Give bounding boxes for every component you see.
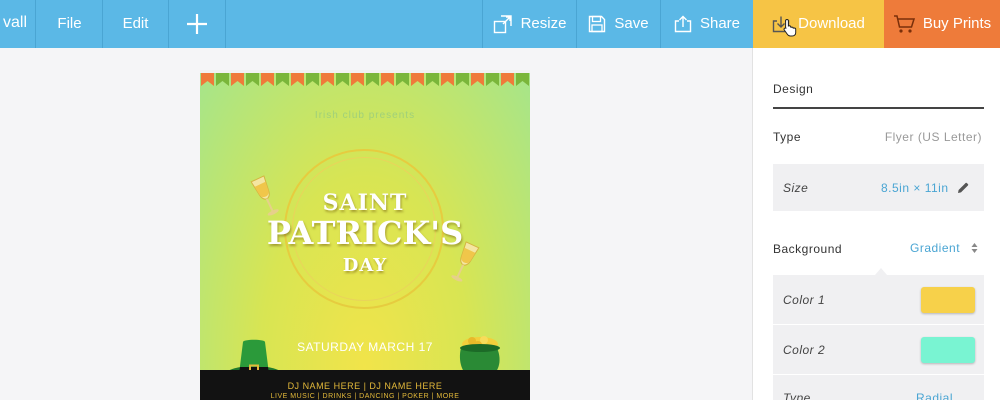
bunting-flag (456, 73, 469, 86)
panel-caret (875, 268, 887, 275)
row-divider (773, 324, 984, 325)
type-label: Type (773, 130, 802, 144)
cart-icon (893, 14, 915, 34)
bunting-flag (306, 73, 319, 86)
bunting-flag (411, 73, 424, 86)
tab-design-underline (773, 107, 984, 109)
flyer-title-patricks: PATRICK'S (266, 214, 464, 252)
logo-text: vall (3, 14, 28, 31)
flyer-title-day: DAY (342, 255, 388, 276)
bunting-flag (426, 73, 439, 86)
bunting-flag (486, 73, 499, 86)
tab-design[interactable]: Design (773, 82, 813, 96)
share-button[interactable]: Share (661, 0, 753, 48)
bunting-flag (276, 73, 289, 86)
bunting-flag (441, 73, 454, 86)
color2-label: Color 2 (783, 343, 826, 357)
row-divider-2 (773, 374, 984, 375)
resize-icon (493, 14, 513, 34)
save-button[interactable]: Save (577, 0, 661, 48)
bunting-decoration (200, 70, 530, 86)
size-label: Size (783, 181, 809, 195)
resize-button[interactable]: Resize (482, 0, 577, 48)
sort-arrows-icon[interactable] (971, 241, 978, 259)
flyer-djs: DJ NAME HERE | DJ NAME HERE (287, 381, 443, 391)
bunting-flag (501, 73, 514, 86)
bunting-flag (321, 73, 334, 86)
bunting-flag (201, 73, 214, 86)
buy-prints-label: Buy Prints (922, 15, 992, 32)
bunting-flag (366, 73, 379, 86)
add-button[interactable] (169, 0, 226, 48)
bunting-flag (246, 73, 259, 86)
edit-menu[interactable]: Edit (103, 0, 169, 48)
flyer-preview[interactable]: Irish club presents SAINT PATRICK'S DAY … (200, 70, 530, 400)
pencil-icon[interactable] (957, 181, 969, 199)
bunting-flag (231, 73, 244, 86)
download-button[interactable]: Download (753, 0, 884, 48)
bunting-flag (291, 73, 304, 86)
bunting-flag (351, 73, 364, 86)
size-value[interactable]: 8.5in × 11in (881, 181, 949, 195)
background-label: Background (773, 242, 843, 256)
type-value: Flyer (US Letter) (884, 130, 982, 144)
file-menu-label: File (57, 15, 82, 32)
resize-label: Resize (520, 15, 567, 32)
save-icon (588, 15, 606, 33)
bunting-flag (216, 73, 229, 86)
gradient-settings: Color 1 Color 2 Type Radial (773, 275, 984, 400)
file-menu[interactable]: File (37, 0, 103, 48)
size-row: Size 8.5in × 11in (773, 164, 984, 211)
bunting-flag (396, 73, 409, 86)
share-icon (674, 15, 692, 33)
bunting-flag (516, 73, 529, 86)
color2-swatch[interactable] (921, 337, 975, 363)
save-label: Save (614, 15, 649, 32)
color1-label: Color 1 (783, 293, 826, 307)
gradient-type-label: Type (783, 391, 811, 400)
flyer-events: LIVE MUSIC | DRINKS | DANCING | POKER | … (270, 393, 460, 400)
flyer-title-saint: SAINT (322, 190, 408, 216)
app-logo[interactable]: vall (0, 0, 36, 48)
top-toolbar: vall File Edit Resize Save Share Downloa… (0, 0, 1000, 48)
color1-swatch[interactable] (921, 287, 975, 313)
bunting-flag (381, 73, 394, 86)
bunting-flag (336, 73, 349, 86)
gradient-type-value[interactable]: Radial (916, 391, 953, 400)
plus-icon (186, 13, 208, 35)
edit-menu-label: Edit (122, 15, 149, 32)
design-panel: Design Type Flyer (US Letter) Size 8.5in… (752, 48, 1000, 400)
bunting-flag (261, 73, 274, 86)
bunting-flag (471, 73, 484, 86)
flyer-tagline: Irish club presents (314, 110, 416, 121)
buy-prints-button[interactable]: Buy Prints (884, 0, 1000, 48)
share-label: Share (699, 15, 741, 32)
mouse-pointer-icon (783, 18, 797, 42)
background-value[interactable]: Gradient (910, 241, 960, 255)
download-label: Download (798, 15, 865, 32)
